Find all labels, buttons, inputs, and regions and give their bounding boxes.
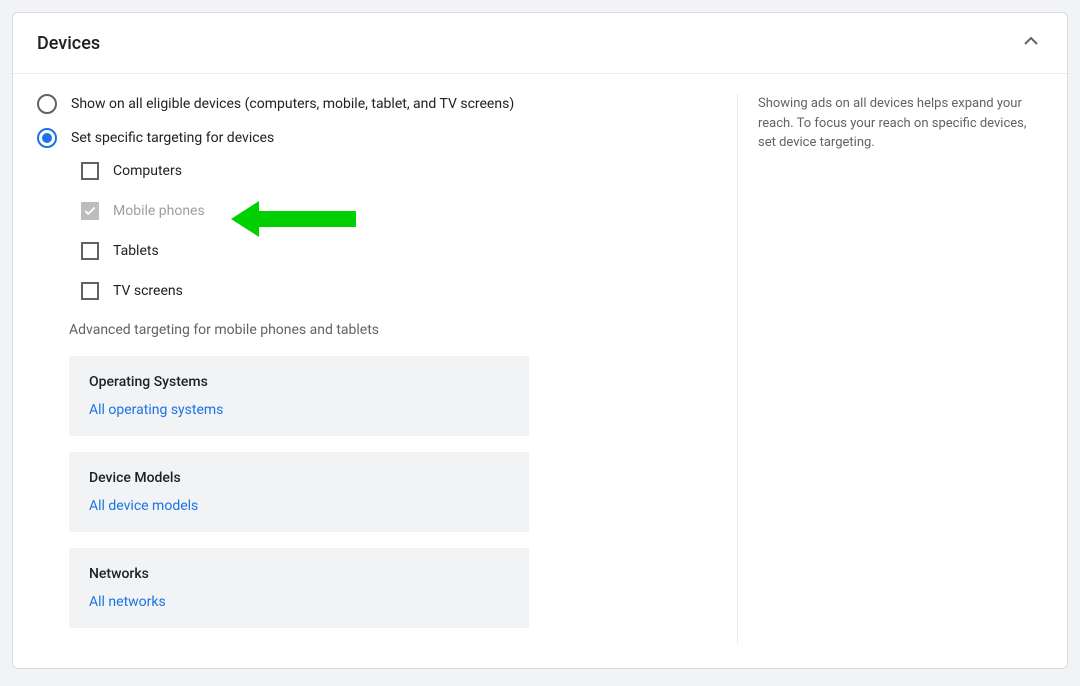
advanced-group: Operating Systems All operating systems … [69,356,737,628]
checkbox-icon [81,282,99,300]
device-checkbox-list: Computers Mobile phones Tablets TV scree… [81,162,737,300]
radio-icon [37,94,57,114]
radio-label: Set specific targeting for devices [71,130,274,146]
checkbox-label: TV screens [113,283,183,299]
card-body: Show on all eligible devices (computers,… [13,74,1067,668]
devices-card: Devices Show on all eligible devices (co… [12,12,1068,669]
advanced-card-models[interactable]: Device Models All device models [69,452,529,532]
radio-all-devices[interactable]: Show on all eligible devices (computers,… [37,94,737,114]
checkbox-tablets[interactable]: Tablets [81,242,737,260]
checkbox-icon [81,202,99,220]
checkbox-label: Tablets [113,243,159,259]
chevron-up-icon[interactable] [1019,29,1043,57]
radio-label: Show on all eligible devices (computers,… [71,96,514,112]
advanced-card-os[interactable]: Operating Systems All operating systems [69,356,529,436]
advanced-card-title: Device Models [89,470,509,486]
advanced-card-title: Networks [89,566,509,582]
advanced-card-title: Operating Systems [89,374,509,390]
checkbox-mobile-phones: Mobile phones [81,202,737,220]
radio-icon [37,128,57,148]
card-header: Devices [13,13,1067,74]
checkbox-icon [81,242,99,260]
help-text: Showing ads on all devices helps expand … [737,94,1037,644]
advanced-card-networks[interactable]: Networks All networks [69,548,529,628]
advanced-card-link[interactable]: All operating systems [89,402,509,418]
advanced-card-link[interactable]: All device models [89,498,509,514]
checkbox-label: Mobile phones [113,203,205,219]
checkbox-tv-screens[interactable]: TV screens [81,282,737,300]
checkbox-computers[interactable]: Computers [81,162,737,180]
radio-specific-targeting[interactable]: Set specific targeting for devices [37,128,737,148]
checkbox-icon [81,162,99,180]
advanced-heading: Advanced targeting for mobile phones and… [69,322,737,338]
main-column: Show on all eligible devices (computers,… [37,94,737,644]
card-title: Devices [37,33,100,54]
checkbox-label: Computers [113,163,182,179]
advanced-card-link[interactable]: All networks [89,594,509,610]
